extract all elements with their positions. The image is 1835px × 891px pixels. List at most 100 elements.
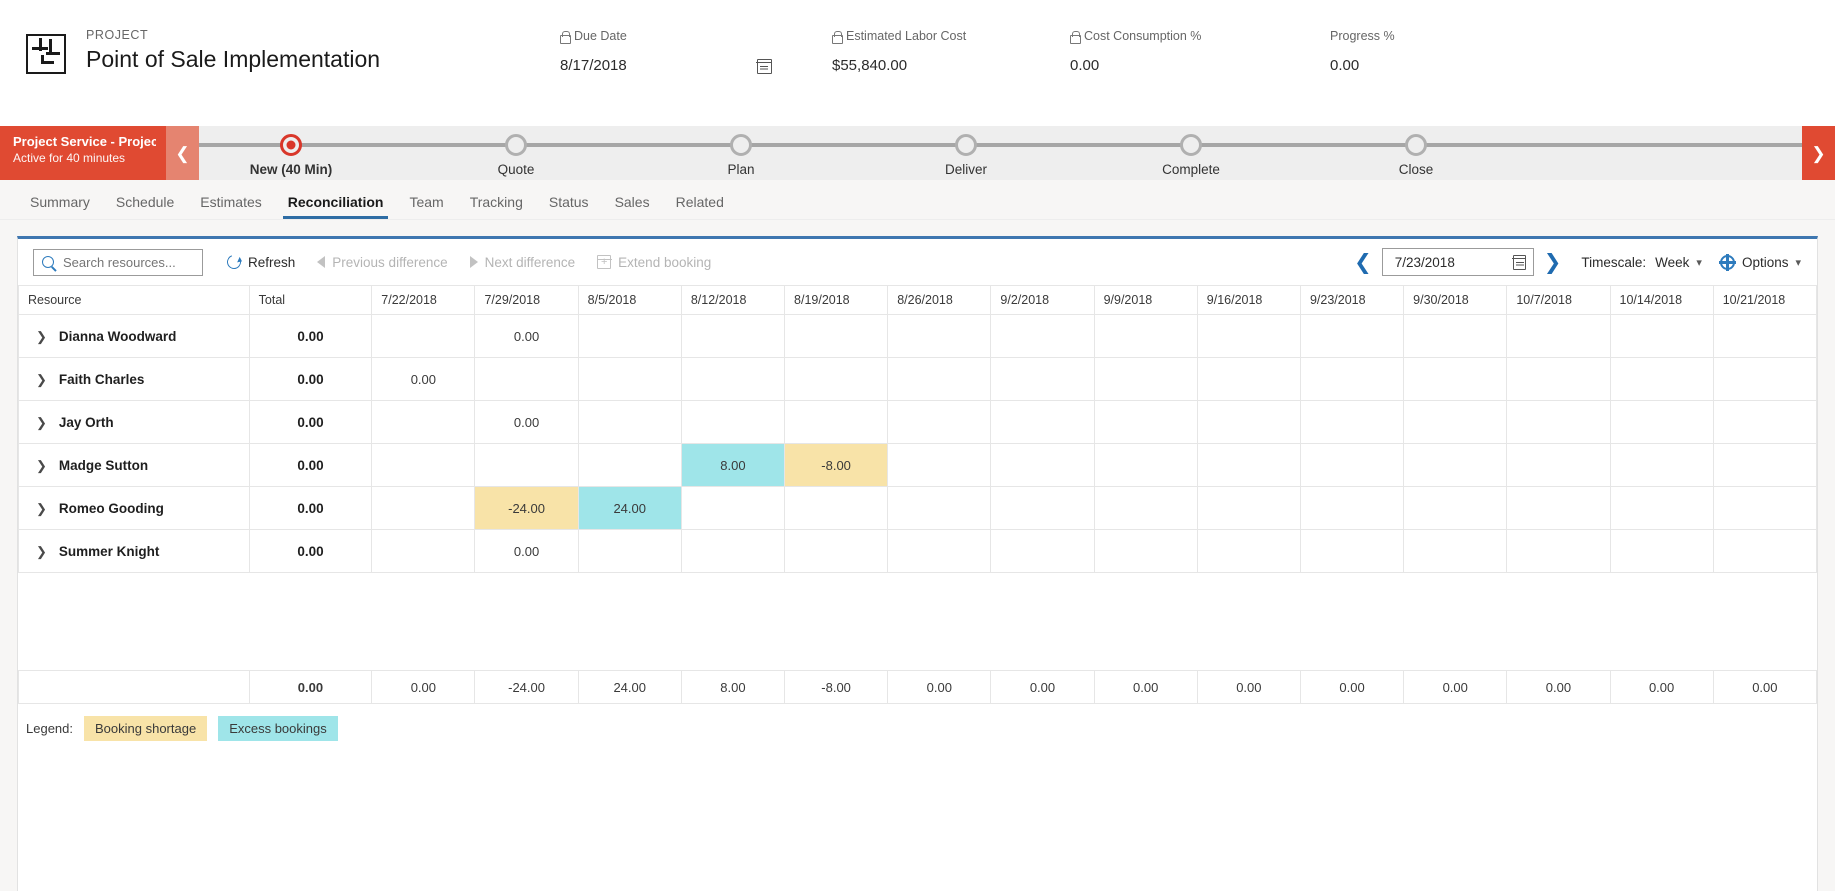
chevron-right-icon[interactable]: ❯ (1802, 126, 1835, 180)
column-header-period[interactable]: 8/5/2018 (577, 285, 682, 315)
resource-cell[interactable]: ❯ Jay Orth (18, 400, 250, 444)
period-cell[interactable] (784, 529, 889, 573)
process-stage-new[interactable]: New (40 Min) (211, 126, 371, 177)
period-cell[interactable] (577, 357, 682, 401)
period-cell[interactable]: -8.00 (784, 443, 889, 487)
process-stage-plan[interactable]: Plan (661, 126, 821, 177)
period-cell[interactable] (1609, 314, 1714, 358)
period-cell[interactable] (1506, 314, 1611, 358)
period-cell[interactable] (680, 314, 786, 358)
timescale-select[interactable]: Week ▾ (1655, 255, 1702, 270)
period-cell[interactable] (1403, 486, 1508, 530)
process-stage-complete[interactable]: Complete (1111, 126, 1271, 177)
period-cell[interactable] (784, 357, 889, 401)
period-cell[interactable] (990, 529, 1095, 573)
tab-related[interactable]: Related (663, 194, 737, 219)
process-stage-quote[interactable]: Quote (436, 126, 596, 177)
period-cell[interactable] (1403, 400, 1508, 444)
period-cell[interactable] (1403, 357, 1508, 401)
tab-schedule[interactable]: Schedule (103, 194, 187, 219)
period-cell[interactable] (887, 400, 992, 444)
period-cell[interactable] (1196, 529, 1301, 573)
calendar-icon[interactable] (1512, 254, 1527, 270)
tab-summary[interactable]: Summary (17, 194, 103, 219)
period-cell[interactable] (990, 314, 1095, 358)
period-cell[interactable] (1506, 529, 1611, 573)
period-cell[interactable] (577, 400, 682, 444)
period-cell[interactable] (990, 486, 1095, 530)
period-cell[interactable] (1609, 486, 1714, 530)
period-cell[interactable] (1403, 529, 1508, 573)
period-cell[interactable] (1196, 314, 1301, 358)
period-cell[interactable] (474, 357, 579, 401)
period-cell[interactable]: 24.00 (577, 486, 682, 530)
period-cell[interactable] (887, 486, 992, 530)
search-resources-box[interactable] (33, 248, 203, 276)
process-stage-deliver[interactable]: Deliver (886, 126, 1046, 177)
table-row[interactable]: ❯ Summer Knight 0.00 0.00 (18, 529, 1818, 573)
period-cell[interactable] (1299, 529, 1405, 573)
tab-status[interactable]: Status (536, 194, 602, 219)
period-cell[interactable] (1299, 486, 1405, 530)
period-cell[interactable] (1712, 529, 1818, 573)
period-cell[interactable] (1712, 357, 1818, 401)
resource-cell[interactable]: ❯ Dianna Woodward (18, 314, 250, 358)
column-header-period[interactable]: 9/16/2018 (1196, 285, 1301, 315)
column-header-period[interactable]: 10/7/2018 (1506, 285, 1611, 315)
column-header-period[interactable]: 8/19/2018 (784, 285, 889, 315)
period-cell[interactable] (1093, 314, 1198, 358)
period-cell[interactable] (990, 357, 1095, 401)
period-cell[interactable] (784, 314, 889, 358)
column-header-period[interactable]: 7/29/2018 (474, 285, 579, 315)
date-picker[interactable] (1381, 248, 1534, 276)
column-header-period[interactable]: 10/21/2018 (1712, 285, 1818, 315)
period-cell[interactable] (371, 529, 476, 573)
period-cell[interactable] (1506, 357, 1611, 401)
period-cell[interactable] (887, 443, 992, 487)
period-cell[interactable] (1712, 486, 1818, 530)
period-cell[interactable] (1299, 443, 1405, 487)
period-cell[interactable] (1506, 486, 1611, 530)
table-row[interactable]: ❯ Faith Charles 0.00 0.00 (18, 357, 1818, 401)
tab-reconciliation[interactable]: Reconciliation (275, 194, 397, 219)
column-header-period[interactable]: 10/14/2018 (1609, 285, 1714, 315)
column-header-period[interactable]: 7/22/2018 (371, 285, 476, 315)
column-header-period[interactable]: 9/9/2018 (1093, 285, 1198, 315)
period-cell[interactable] (1506, 400, 1611, 444)
period-cell[interactable] (887, 357, 992, 401)
next-period-button[interactable]: ❯ (1534, 252, 1572, 273)
column-header-resource[interactable]: Resource (18, 285, 250, 315)
tab-tracking[interactable]: Tracking (457, 194, 536, 219)
column-header-period[interactable]: 8/12/2018 (680, 285, 786, 315)
period-cell[interactable] (577, 443, 682, 487)
period-cell[interactable] (1196, 357, 1301, 401)
period-cell[interactable] (1093, 400, 1198, 444)
period-cell[interactable] (1196, 400, 1301, 444)
period-cell[interactable] (371, 443, 476, 487)
calendar-icon[interactable] (756, 58, 773, 74)
chevron-right-icon[interactable]: ❯ (36, 416, 47, 429)
period-cell[interactable] (887, 529, 992, 573)
period-cell[interactable] (1403, 314, 1508, 358)
chevron-right-icon[interactable]: ❯ (36, 502, 47, 515)
period-cell[interactable] (1093, 357, 1198, 401)
column-header-period[interactable]: 9/23/2018 (1299, 285, 1405, 315)
table-row[interactable]: ❯ Jay Orth 0.00 0.00 (18, 400, 1818, 444)
extend-booking-button[interactable]: Extend booking (586, 247, 722, 277)
period-cell[interactable] (1712, 400, 1818, 444)
period-cell[interactable] (680, 400, 786, 444)
chevron-left-icon[interactable]: ❮ (166, 126, 199, 180)
period-cell[interactable] (474, 443, 579, 487)
table-row[interactable]: ❯ Madge Sutton 0.00 8.00 -8.00 (18, 443, 1818, 487)
period-cell[interactable] (371, 314, 476, 358)
chevron-right-icon[interactable]: ❯ (36, 330, 47, 343)
period-cell[interactable] (1093, 529, 1198, 573)
chevron-right-icon[interactable]: ❯ (36, 459, 47, 472)
period-cell[interactable] (990, 443, 1095, 487)
tab-sales[interactable]: Sales (602, 194, 663, 219)
period-cell[interactable] (1299, 357, 1405, 401)
period-cell[interactable] (371, 486, 476, 530)
tab-team[interactable]: Team (396, 194, 456, 219)
period-cell[interactable] (1196, 443, 1301, 487)
period-cell[interactable] (680, 486, 786, 530)
